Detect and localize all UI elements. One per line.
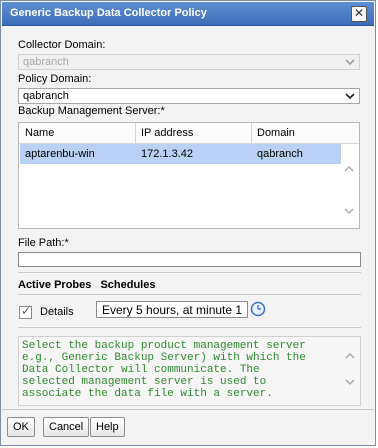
- tab-bar: Active Probes Schedules: [18, 279, 161, 291]
- column-header-ip[interactable]: IP address: [141, 127, 193, 139]
- chevron-down-icon: [345, 93, 355, 100]
- checkmark-icon: ✓: [21, 304, 32, 318]
- file-path-input[interactable]: [18, 252, 361, 267]
- table-row[interactable]: aptarenbu-win 172.1.3.42 qabranch: [20, 144, 341, 164]
- table-scrollbar[interactable]: [340, 144, 358, 228]
- column-divider: [251, 123, 252, 143]
- row-ip: 172.1.3.42: [141, 148, 193, 160]
- policy-domain-value: qabranch: [23, 90, 69, 102]
- file-path-label: File Path:*: [18, 237, 69, 249]
- divider: [18, 272, 361, 273]
- ok-button[interactable]: OK: [7, 417, 35, 437]
- scroll-up-icon[interactable]: [344, 351, 356, 361]
- help-button[interactable]: Help: [90, 417, 125, 437]
- clock-icon[interactable]: [250, 301, 266, 317]
- cancel-button[interactable]: Cancel: [43, 417, 90, 437]
- divider: [18, 327, 361, 328]
- row-name: aptarenbu-win: [25, 148, 95, 160]
- table-header: Name IP address Domain: [19, 123, 359, 144]
- tab-schedules[interactable]: Schedules: [100, 279, 155, 291]
- button-bar: OK Cancel Help: [2, 411, 374, 445]
- backup-server-table: Name IP address Domain aptarenbu-win 172…: [18, 122, 360, 229]
- scroll-up-icon[interactable]: [343, 164, 355, 174]
- divider: [18, 294, 361, 295]
- details-checkbox[interactable]: ✓: [19, 304, 32, 319]
- column-divider: [135, 123, 136, 143]
- collector-domain-select: qabranch: [18, 54, 360, 70]
- column-header-name[interactable]: Name: [25, 127, 54, 139]
- schedule-field[interactable]: Every 5 hours, at minute 1: [96, 301, 248, 318]
- policy-dialog: Generic Backup Data Collector Policy ✕ C…: [0, 0, 376, 446]
- scroll-down-icon[interactable]: [344, 377, 356, 387]
- row-domain: qabranch: [257, 148, 303, 160]
- schedule-value: Every 5 hours, at minute 1: [102, 303, 243, 317]
- policy-domain-select[interactable]: qabranch: [18, 88, 360, 104]
- chevron-down-icon: [345, 59, 355, 66]
- title-bar: Generic Backup Data Collector Policy ✕: [2, 2, 374, 26]
- backup-server-label: Backup Management Server:*: [18, 105, 165, 117]
- collector-domain-label: Collector Domain:: [18, 39, 106, 51]
- dialog-title: Generic Backup Data Collector Policy: [10, 7, 207, 19]
- help-text: Select the backup product management ser…: [22, 340, 306, 400]
- policy-domain-label: Policy Domain:: [18, 73, 92, 85]
- divider: [2, 409, 374, 410]
- tab-active-probes[interactable]: Active Probes: [18, 279, 91, 291]
- column-header-domain[interactable]: Domain: [257, 127, 295, 139]
- close-icon[interactable]: ✕: [351, 6, 367, 22]
- collector-domain-value: qabranch: [23, 56, 69, 68]
- help-panel: Select the backup product management ser…: [18, 336, 361, 406]
- scroll-down-icon[interactable]: [343, 206, 355, 216]
- details-label: Details: [40, 306, 74, 318]
